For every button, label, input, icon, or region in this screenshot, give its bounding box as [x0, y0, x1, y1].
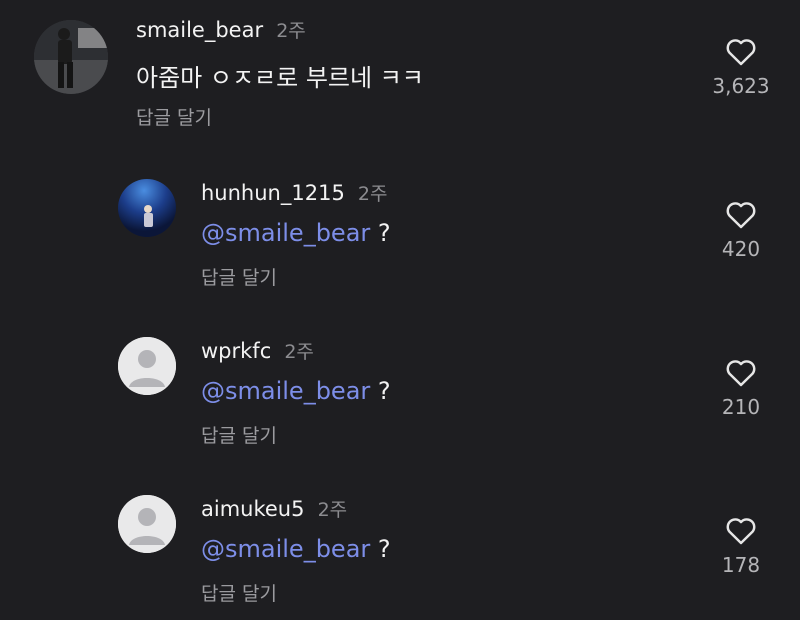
- reply-button[interactable]: 답글 달기: [136, 103, 212, 130]
- like-count: 178: [721, 553, 761, 577]
- heart-icon: [726, 202, 756, 229]
- avatar[interactable]: [34, 20, 108, 94]
- reply-button[interactable]: 답글 달기: [201, 263, 277, 290]
- comment-item: smaile_bear 2주 아줌마 ㅇㅈㄹ로 부르네 ㅋㅋ 답글 달기 3,6…: [0, 0, 800, 150]
- heart-icon: [726, 39, 756, 66]
- comment-suffix: ?: [377, 219, 391, 247]
- photo-blue-icon: [118, 179, 176, 237]
- like-count: 210: [721, 395, 761, 419]
- comment-text: 아줌마 ㅇㅈㄹ로 부르네 ㅋㅋ: [136, 64, 424, 92]
- timestamp: 2주: [284, 341, 314, 363]
- avatar[interactable]: [118, 179, 176, 237]
- mention-link[interactable]: @smaile_bear: [201, 377, 370, 405]
- like-button[interactable]: 3,623: [696, 36, 786, 98]
- default-user-icon: [118, 495, 176, 553]
- avatar[interactable]: [118, 337, 176, 395]
- like-count: 420: [721, 237, 761, 261]
- comment-text: @smaile_bear ?: [201, 377, 391, 405]
- comment-text: @smaile_bear ?: [201, 535, 391, 563]
- mention-link[interactable]: @smaile_bear: [201, 219, 370, 247]
- reply-item: hunhun_1215 2주 @smaile_bear ? 답글 달기 420: [0, 175, 800, 315]
- timestamp: 2주: [276, 20, 306, 42]
- timestamp: 2주: [317, 499, 348, 521]
- comment-suffix: ?: [377, 535, 391, 563]
- heart-icon: [726, 518, 756, 545]
- mention-link[interactable]: @smaile_bear: [201, 535, 370, 563]
- reply-item: aimukeu5 2주 @smaile_bear ? 답글 달기 178: [0, 491, 800, 620]
- avatar[interactable]: [118, 495, 176, 553]
- heart-icon: [726, 360, 756, 387]
- timestamp: 2주: [357, 183, 388, 205]
- comment-suffix: ?: [377, 377, 391, 405]
- comment-text: @smaile_bear ?: [201, 219, 391, 247]
- default-user-icon: [118, 337, 176, 395]
- like-button[interactable]: 178: [696, 515, 786, 577]
- username[interactable]: hunhun_1215: [201, 181, 345, 205]
- reply-button[interactable]: 답글 달기: [201, 579, 277, 606]
- username[interactable]: smaile_bear: [136, 18, 263, 42]
- like-count: 3,623: [712, 74, 770, 98]
- photo-person-icon: [34, 20, 108, 94]
- reply-button[interactable]: 답글 달기: [201, 421, 277, 448]
- like-button[interactable]: 420: [696, 199, 786, 261]
- username[interactable]: wprkfc: [201, 339, 271, 363]
- like-button[interactable]: 210: [696, 357, 786, 419]
- username[interactable]: aimukeu5: [201, 497, 304, 521]
- reply-item: wprkfc 2주 @smaile_bear ? 답글 달기 210: [0, 333, 800, 473]
